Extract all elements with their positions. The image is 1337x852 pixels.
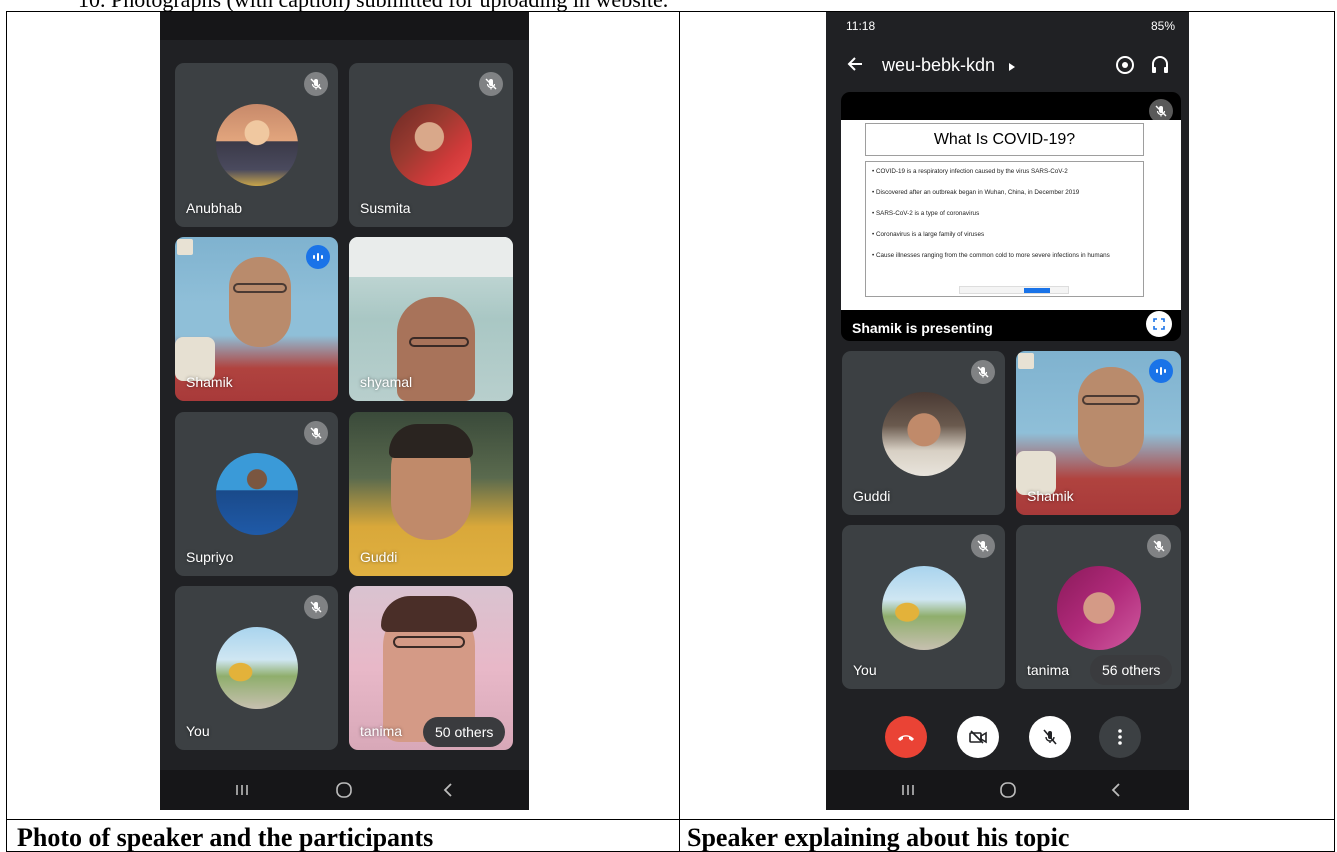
participant-video-tile[interactable]: shyamal <box>349 237 513 401</box>
call-controls <box>826 700 1189 770</box>
battery-level: 85% <box>1150 19 1175 33</box>
camera-off-button[interactable] <box>957 716 999 758</box>
participant-name: Shamik <box>186 374 233 390</box>
video-face <box>229 257 291 347</box>
mic-off-icon <box>479 72 503 96</box>
table-row-divider <box>7 819 1334 820</box>
home-icon[interactable] <box>988 776 1028 804</box>
mic-off-icon <box>1147 534 1171 558</box>
mic-off-button[interactable] <box>1029 716 1071 758</box>
video-glasses <box>409 337 469 347</box>
back-arrow-icon[interactable] <box>846 55 864 78</box>
headphones-icon[interactable] <box>1150 54 1170 81</box>
fullscreen-icon[interactable] <box>1146 311 1172 337</box>
back-icon[interactable] <box>428 776 468 804</box>
pin-icon <box>177 239 193 255</box>
participant-tile[interactable]: Guddi <box>842 351 1005 515</box>
meet-presentation-screenshot: 11:18 85% weu-bebk-kdn What Is COVID-19?… <box>826 12 1189 810</box>
pin-icon <box>1018 353 1034 369</box>
status-bar: 11:18 85% <box>826 12 1189 40</box>
caret-right-icon[interactable] <box>1008 59 1016 77</box>
presenting-label: Shamik is presenting <box>852 320 993 336</box>
avatar <box>216 104 298 186</box>
participant-video-tile[interactable]: Guddi <box>349 412 513 576</box>
participant-name: Shamik <box>1027 488 1074 504</box>
video-glasses <box>233 283 287 293</box>
avatar <box>390 104 472 186</box>
table-column-divider <box>679 12 680 851</box>
switch-camera-icon[interactable] <box>1114 54 1136 81</box>
others-count-chip[interactable]: 50 others <box>423 717 506 747</box>
shared-slide: What Is COVID-19? • COVID-19 is a respir… <box>841 120 1181 310</box>
video-glasses <box>1082 395 1140 405</box>
participant-name: Guddi <box>360 549 398 565</box>
participant-tile[interactable]: Supriyo <box>175 412 338 576</box>
android-nav-bar <box>826 770 1189 810</box>
slide-title: What Is COVID-19? <box>865 123 1144 156</box>
slide-bullet: • Coronavirus is a large family of virus… <box>872 231 985 238</box>
android-nav-bar <box>160 770 529 810</box>
video-face <box>1078 367 1144 467</box>
video-glasses <box>393 636 465 648</box>
slide-bullet: • Discovered after an outbreak began in … <box>872 189 1080 196</box>
avatar <box>882 566 966 650</box>
presentation-tile[interactable]: What Is COVID-19? • COVID-19 is a respir… <box>841 92 1181 341</box>
status-time: 11:18 <box>846 19 876 33</box>
participant-tile[interactable]: You <box>175 586 338 750</box>
sharing-banner <box>959 286 1069 294</box>
participant-name: Guddi <box>853 488 891 504</box>
mic-off-icon <box>971 360 995 384</box>
video-hair <box>381 596 477 632</box>
video-hair <box>389 424 473 458</box>
status-bar <box>160 12 529 40</box>
recent-apps-icon[interactable] <box>888 776 928 804</box>
participant-name: Anubhab <box>186 200 243 216</box>
end-call-button[interactable] <box>885 716 927 758</box>
participant-name: shyamal <box>360 374 413 390</box>
avatar <box>882 392 966 476</box>
avatar <box>216 453 298 535</box>
participant-tile[interactable]: Susmita <box>349 63 513 227</box>
participant-name: tanima <box>1027 662 1070 678</box>
meeting-app-bar: weu-bebk-kdn <box>826 50 1189 82</box>
participant-name: Supriyo <box>186 549 234 565</box>
mic-off-icon <box>304 72 328 96</box>
participant-name: tanima <box>360 723 403 739</box>
mic-off-icon <box>971 534 995 558</box>
slide-bullet: • SARS-CoV-2 is a type of coronavirus <box>872 210 980 217</box>
stop-sharing-button <box>1024 288 1050 293</box>
right-caption: Speaker explaining about his topic <box>687 823 1070 852</box>
participant-video-tile[interactable]: Shamik <box>1016 351 1181 515</box>
mic-off-icon <box>304 421 328 445</box>
participant-tile[interactable]: You <box>842 525 1005 689</box>
left-caption: Photo of speaker and the participants <box>17 823 434 852</box>
others-count-chip[interactable]: 56 others <box>1090 655 1173 685</box>
participant-tile[interactable]: Anubhab <box>175 63 338 227</box>
more-options-button[interactable] <box>1099 716 1141 758</box>
avatar <box>216 627 298 709</box>
meet-grid-screenshot: Anubhab Susmita Shamik shyamal Supriyo G… <box>160 12 529 810</box>
mic-off-icon <box>304 595 328 619</box>
participant-video-tile[interactable]: Shamik <box>175 237 338 401</box>
avatar <box>1057 566 1141 650</box>
slide-body: • COVID-19 is a respiratory infection ca… <box>865 161 1144 297</box>
home-icon[interactable] <box>324 776 364 804</box>
slide-bullet: • COVID-19 is a respiratory infection ca… <box>872 168 1068 175</box>
recent-apps-icon[interactable] <box>222 776 262 804</box>
meeting-code[interactable]: weu-bebk-kdn <box>882 54 995 76</box>
video-ceiling <box>349 237 513 277</box>
back-icon[interactable] <box>1096 776 1136 804</box>
participant-name: Susmita <box>360 200 411 216</box>
speaking-indicator-icon <box>306 245 330 269</box>
participant-name: You <box>853 662 877 678</box>
speaking-indicator-icon <box>1149 359 1173 383</box>
slide-bullet: • Cause illnesses ranging from the commo… <box>872 252 1110 259</box>
participant-name: You <box>186 723 210 739</box>
